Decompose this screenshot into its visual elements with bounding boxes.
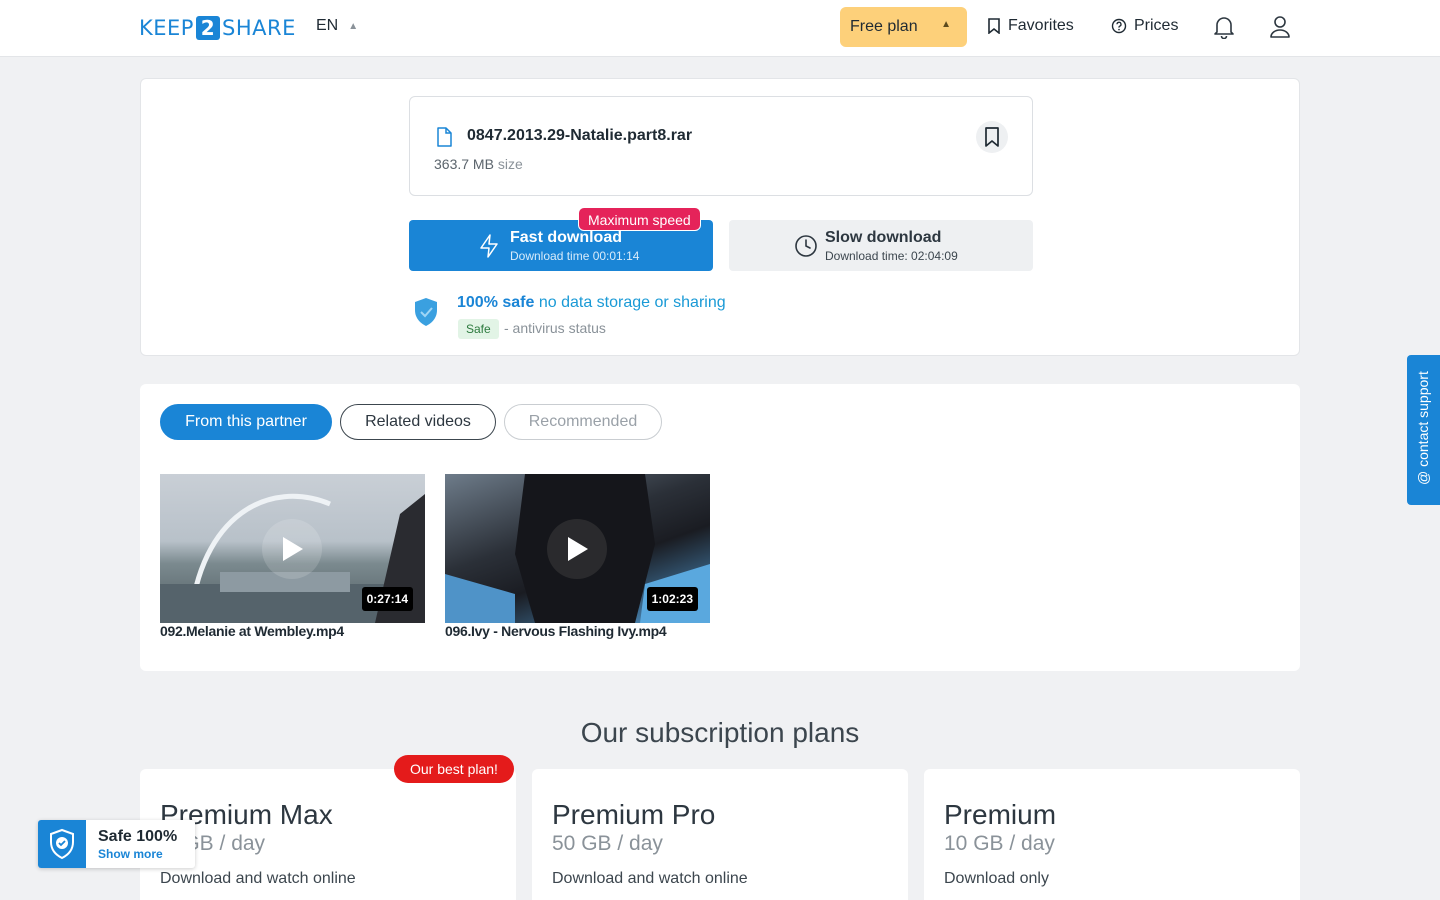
slow-download-button[interactable]: Slow download Download time: 02:04:09 — [729, 220, 1033, 271]
plan-quota: 50 GB / day — [552, 832, 663, 855]
tab-related-videos[interactable]: Related videos — [340, 404, 496, 440]
safe-widget[interactable]: Safe 100% Show more — [38, 820, 195, 868]
safety-strong: 100% safe — [457, 294, 535, 311]
plan-description: Download and watch online — [552, 870, 748, 887]
notifications-button[interactable] — [1213, 15, 1235, 44]
plan-description: Download only — [944, 870, 1049, 887]
top-header: KEEP 2 SHARE EN ▲ Free plan ▲ Favorites … — [0, 0, 1440, 57]
safe-widget-title: Safe 100% — [98, 828, 178, 845]
safety-statement: 100% safe no data storage or sharing — [457, 294, 726, 312]
plan-name: Premium Pro — [552, 799, 716, 830]
shield-check-icon — [38, 820, 86, 868]
file-size-value: 363.7 MB — [434, 156, 494, 172]
user-icon — [1270, 16, 1290, 38]
slow-download-title: Slow download — [825, 229, 942, 246]
prices-link[interactable]: Prices — [1111, 17, 1178, 35]
file-name: 0847.2013.29-Natalie.part8.rar — [467, 127, 693, 144]
plan-card-premium-pro[interactable]: Premium Pro 50 GB / day Download and wat… — [532, 769, 908, 900]
plan-quota-text: GB / day — [183, 832, 266, 855]
videos-panel: From this partner Related videos Recomme… — [140, 384, 1300, 671]
help-circle-icon — [1111, 18, 1127, 34]
play-icon — [568, 537, 588, 561]
tab-recommended[interactable]: Recommended — [504, 404, 662, 440]
free-plan-button[interactable]: Free plan ▲ — [840, 7, 967, 47]
video-title[interactable]: 096.Ivy - Nervous Flashing Ivy.mp4 — [445, 623, 667, 639]
bookmark-icon — [988, 18, 1000, 34]
best-plan-badge: Our best plan! — [394, 755, 514, 783]
keep2share-logo[interactable]: KEEP 2 SHARE — [139, 16, 296, 40]
plans-heading: Our subscription plans — [580, 717, 860, 748]
favorites-link[interactable]: Favorites — [987, 17, 1074, 35]
contact-support-text: contact support — [1415, 371, 1431, 467]
file-icon — [437, 127, 452, 147]
bookmark-icon — [985, 127, 999, 147]
fast-download-time: Download time 00:01:14 — [510, 249, 640, 263]
plan-description: Download and watch online — [160, 870, 356, 887]
safety-rest: no data storage or sharing — [538, 294, 726, 311]
maximum-speed-badge: Maximum speed — [578, 207, 701, 231]
logo-text-share: SHARE — [221, 16, 296, 40]
tab-from-this-partner[interactable]: From this partner — [160, 404, 332, 440]
plan-quota: 10 GB / day — [944, 832, 1055, 855]
antivirus-status-label: - antivirus status — [504, 320, 606, 336]
video-thumbnail[interactable]: 0:27:14 — [160, 474, 425, 623]
shield-check-icon — [415, 298, 437, 326]
at-icon: @ — [1415, 470, 1431, 485]
prices-label: Prices — [1134, 17, 1179, 34]
chevron-up-icon: ▲ — [348, 20, 359, 32]
file-download-panel: 0847.2013.29-Natalie.part8.rar 363.7 MB … — [140, 78, 1300, 356]
add-favorite-button[interactable] — [976, 121, 1008, 153]
play-icon — [283, 537, 303, 561]
file-size: 363.7 MB size — [434, 156, 523, 172]
show-more-link[interactable]: Show more — [98, 847, 163, 861]
chevron-up-icon: ▲ — [941, 19, 951, 30]
video-duration: 0:27:14 — [361, 587, 413, 611]
plan-card-premium[interactable]: Premium 10 GB / day Download only — [924, 769, 1300, 900]
video-title[interactable]: 092.Melanie at Wembley.mp4 — [160, 623, 344, 639]
play-button[interactable] — [262, 519, 322, 579]
lightning-icon — [480, 234, 498, 258]
plan-card-premium-max[interactable]: Premium Max GB / day Download and watch … — [140, 769, 516, 900]
bell-icon — [1214, 17, 1234, 40]
account-button[interactable] — [1269, 15, 1291, 44]
file-info-card: 0847.2013.29-Natalie.part8.rar 363.7 MB … — [409, 96, 1033, 196]
video-duration: 1:02:23 — [646, 587, 698, 611]
plan-name: Premium — [944, 799, 1057, 830]
antivirus-safe-badge: Safe — [458, 319, 499, 339]
language-selector[interactable]: EN ▲ — [316, 17, 358, 35]
video-thumbnail[interactable]: 1:02:23 — [445, 474, 710, 623]
logo-text-2: 2 — [195, 16, 220, 40]
clock-icon — [795, 235, 817, 257]
language-label: EN — [316, 17, 339, 34]
favorites-label: Favorites — [1008, 17, 1074, 34]
slow-download-time: Download time: 02:04:09 — [825, 249, 958, 263]
plan-button-label: Free plan — [850, 18, 918, 35]
contact-support-label: @ contact support — [1415, 371, 1431, 485]
file-size-unit: size — [497, 156, 523, 172]
play-button[interactable] — [547, 519, 607, 579]
logo-text-keep: KEEP — [139, 16, 194, 40]
contact-support-button[interactable]: @ contact support — [1407, 355, 1440, 505]
